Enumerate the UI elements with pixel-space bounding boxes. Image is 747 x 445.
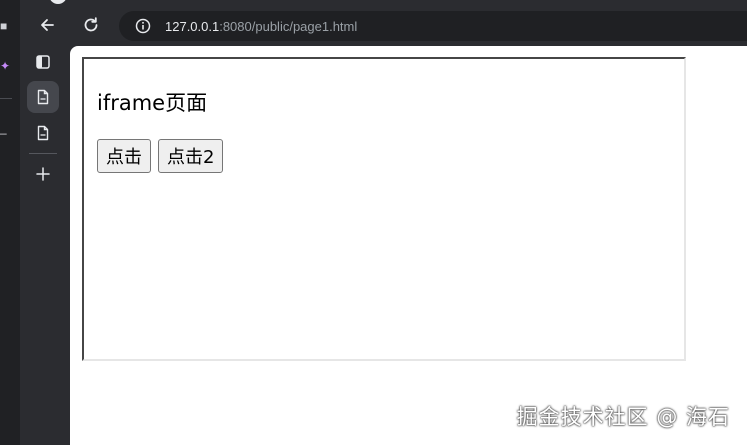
click-button[interactable]: 点击 <box>97 139 151 173</box>
iframe-frame: iframe页面 点击 点击2 <box>82 57 686 361</box>
click2-button[interactable]: 点击2 <box>158 139 224 173</box>
vertical-tab-other[interactable] <box>27 117 59 149</box>
back-button[interactable] <box>32 10 62 40</box>
extension-icon[interactable]: ✦ <box>0 60 10 72</box>
edge-minus-icon[interactable]: – <box>0 127 7 139</box>
vertical-tab-page1[interactable] <box>27 81 59 113</box>
reload-icon <box>84 17 98 32</box>
address-bar[interactable]: 127.0.0.1:8080/public/page1.html <box>119 11 747 41</box>
page-icon <box>37 89 49 105</box>
site-info-button[interactable] <box>133 16 153 36</box>
url-path: :8080/public/page1.html <box>219 18 358 34</box>
site-info-icon <box>135 18 151 34</box>
profile-avatar[interactable] <box>49 0 67 4</box>
back-arrow-icon <box>41 19 54 31</box>
iframe-heading: iframe页面 <box>97 91 208 115</box>
watermark: 掘金技术社区 @ 海石 <box>516 405 730 429</box>
new-tab-button[interactable] <box>27 158 59 190</box>
url-host: 127.0.0.1 <box>165 18 220 34</box>
page-viewport: iframe页面 点击 点击2 <box>70 46 747 445</box>
vertical-tab-rail <box>20 40 70 445</box>
tab-actions-button[interactable] <box>27 46 59 78</box>
page-icon <box>37 125 49 141</box>
tab-actions-icon <box>36 55 50 69</box>
edge-divider <box>0 98 12 99</box>
button-row: 点击 点击2 <box>97 139 224 173</box>
panel-icon[interactable]: ■ <box>0 20 7 32</box>
rail-divider <box>29 153 57 154</box>
url-text[interactable]: 127.0.0.1:8080/public/page1.html <box>165 19 357 34</box>
side-panel-edge: ■ ✦ – <box>0 0 20 445</box>
reload-button[interactable] <box>76 10 106 40</box>
browser-toolbar: 127.0.0.1:8080/public/page1.html <box>20 0 747 46</box>
new-tab-icon <box>36 167 50 181</box>
